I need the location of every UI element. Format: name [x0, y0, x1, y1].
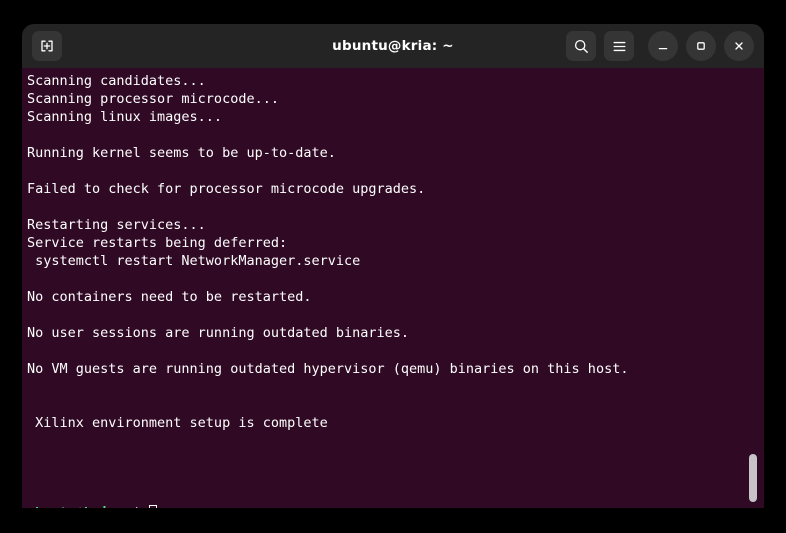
search-button[interactable] — [566, 31, 596, 61]
terminal-line: No containers need to be restarted. — [27, 289, 312, 305]
prompt-symbol: $ — [133, 505, 141, 508]
new-tab-icon — [39, 38, 55, 54]
titlebar-right-group — [566, 31, 754, 61]
terminal-text: Scanning candidates... Scanning processor… — [27, 72, 764, 508]
maximize-icon — [694, 39, 708, 53]
hamburger-icon — [611, 38, 628, 55]
search-icon — [573, 38, 590, 55]
terminal-line: Xilinx environment setup is complete — [27, 415, 328, 431]
terminal-line: Scanning processor microcode... — [27, 91, 279, 107]
scrollbar-track[interactable] — [746, 68, 760, 508]
terminal-line: Failed to check for processor microcode … — [27, 181, 426, 197]
shell-prompt-line: ubuntu@kria:~$ — [27, 504, 764, 508]
close-button[interactable] — [724, 31, 754, 61]
new-tab-button[interactable] — [32, 31, 62, 61]
main-menu-button[interactable] — [604, 31, 634, 61]
terminal-line: Scanning candidates... — [27, 73, 206, 89]
terminal-line: Running kernel seems to be up-to-date. — [27, 145, 336, 161]
titlebar-left-group — [32, 31, 62, 61]
terminal-line: Service restarts being deferred: — [27, 235, 288, 251]
minimize-icon — [656, 39, 670, 53]
terminal-line: systemctl restart NetworkManager.service — [27, 253, 361, 269]
close-icon — [732, 39, 746, 53]
terminal-line: Restarting services... — [27, 217, 206, 233]
text-cursor — [148, 505, 157, 508]
window-controls — [648, 31, 754, 61]
maximize-button[interactable] — [686, 31, 716, 61]
terminal-window: ubuntu@kria: ~ Scanning candidates... Sc… — [22, 24, 764, 508]
scrollbar-thumb[interactable] — [749, 454, 757, 502]
prompt-user-host: ubuntu@kria — [27, 505, 116, 508]
prompt-path: :~ — [116, 505, 132, 508]
minimize-button[interactable] — [648, 31, 678, 61]
terminal-line: No user sessions are running outdated bi… — [27, 325, 410, 341]
terminal-line: Scanning linux images... — [27, 109, 223, 125]
terminal-line: No VM guests are running outdated hyperv… — [27, 361, 629, 377]
title-bar: ubuntu@kria: ~ — [22, 24, 764, 68]
terminal-output-area[interactable]: Scanning candidates... Scanning processor… — [22, 68, 764, 508]
